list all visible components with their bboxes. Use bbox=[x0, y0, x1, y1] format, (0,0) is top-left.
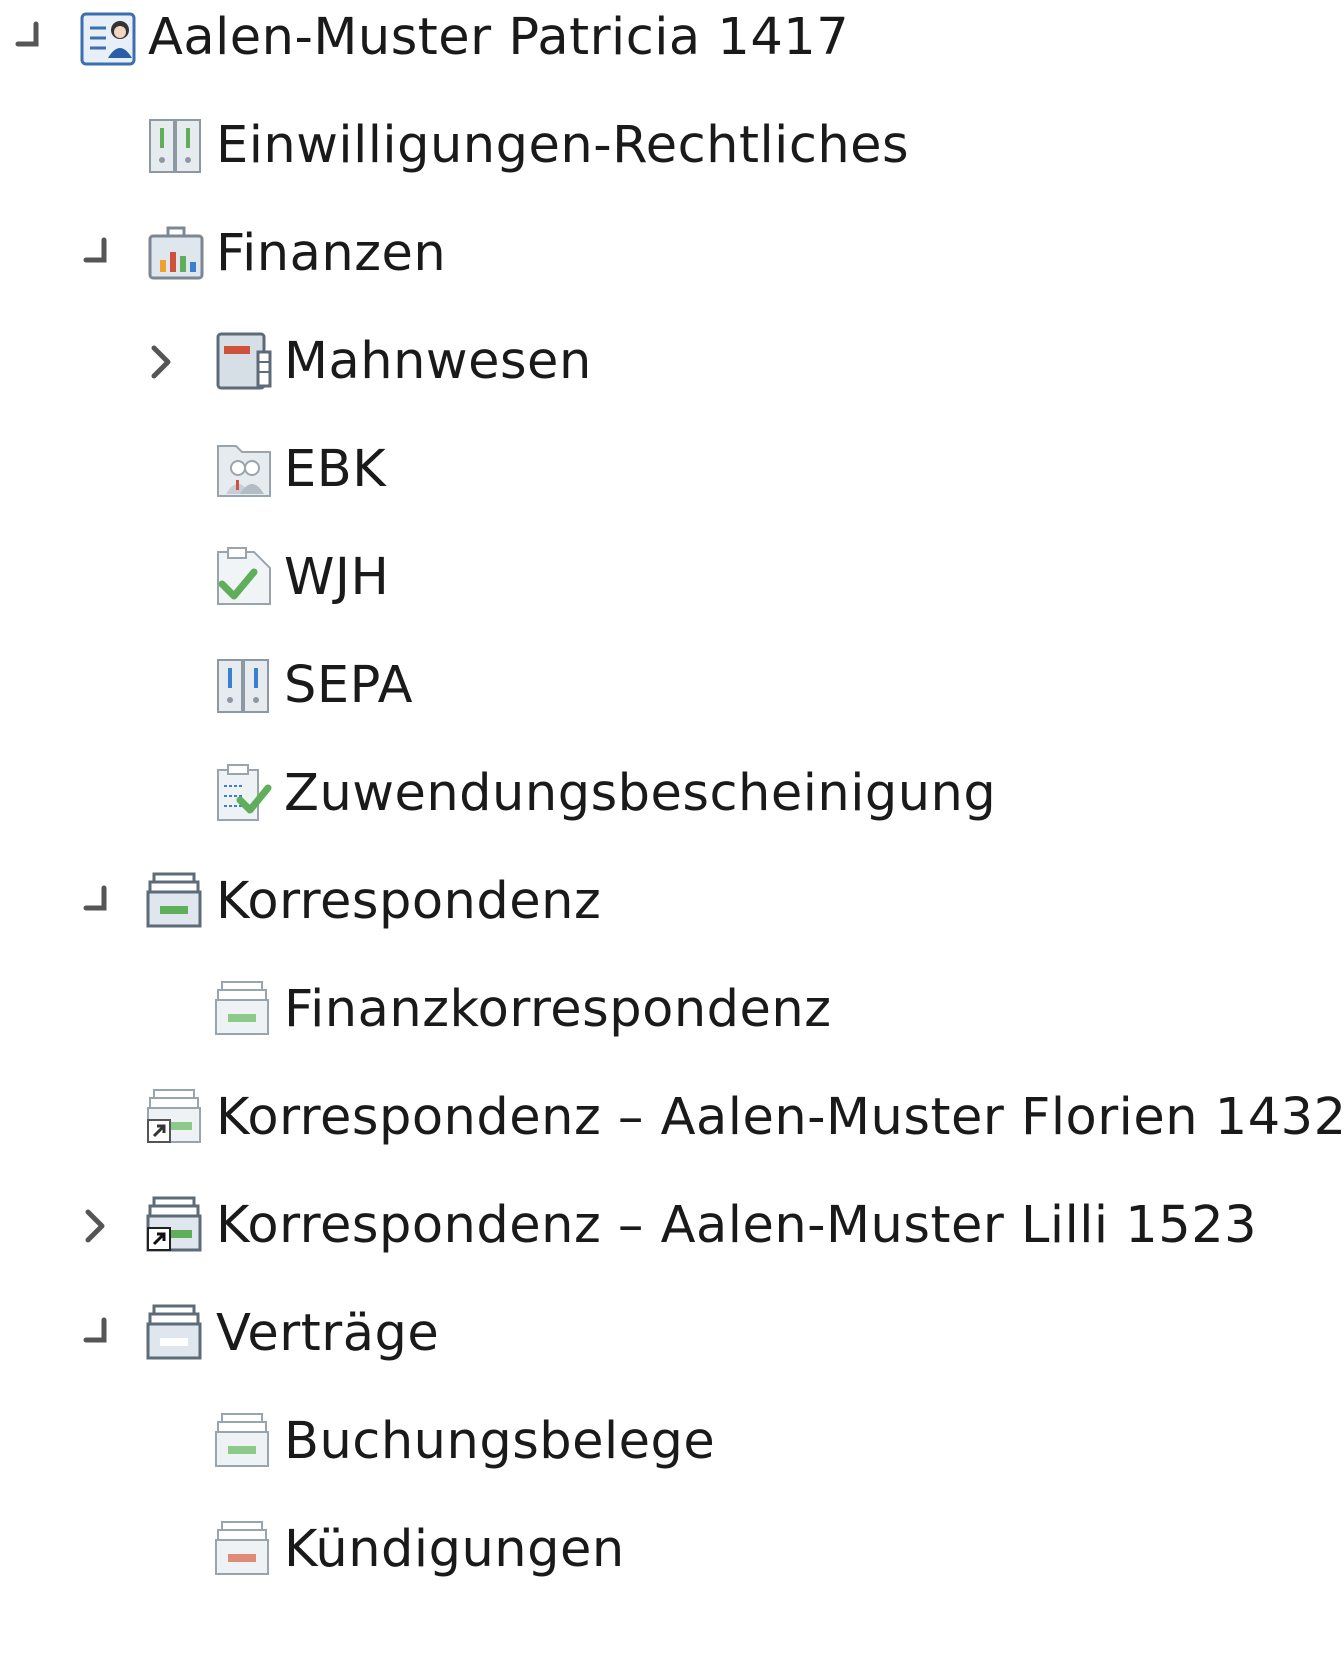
tree-item-buchungsbelege[interactable]: Buchungsbelege bbox=[0, 1394, 1344, 1508]
tree-item-label: Finanzen bbox=[216, 224, 447, 283]
tree-item-label: Verträge bbox=[216, 1304, 440, 1363]
file-box-icon bbox=[214, 978, 278, 1042]
tree-item-label: Kündigungen bbox=[284, 1520, 625, 1579]
file-box-link-icon bbox=[146, 1086, 210, 1150]
tree-item-finanzen[interactable]: Finanzen bbox=[0, 206, 1344, 320]
tree-item-label: Korrespondenz – Aalen-Muster Lilli 1523 bbox=[216, 1196, 1258, 1255]
collapsed-chevron-icon[interactable] bbox=[142, 342, 182, 382]
tree-item-label: Zuwendungsbescheinigung bbox=[284, 764, 997, 823]
tree-item-label: Korrespondenz bbox=[216, 872, 602, 931]
finance-briefcase-icon bbox=[146, 222, 210, 286]
binder-icon bbox=[146, 114, 210, 178]
file-box-icon bbox=[146, 870, 210, 934]
tree-item-finanzkorrespondenz[interactable]: Finanzkorrespondenz bbox=[0, 962, 1344, 1076]
tree-item-korrespondenz-florien[interactable]: Korrespondenz – Aalen-Muster Florien 143… bbox=[0, 1070, 1344, 1184]
tree-item-ebk[interactable]: EBK bbox=[0, 422, 1344, 536]
tree-item-mahnwesen[interactable]: Mahnwesen bbox=[0, 314, 1344, 428]
check-document-icon bbox=[214, 546, 278, 610]
expanded-toggle-icon[interactable] bbox=[76, 882, 116, 922]
tree-item-sepa[interactable]: SEPA bbox=[0, 638, 1344, 752]
tree-item-vertraege[interactable]: Verträge bbox=[0, 1286, 1344, 1400]
tree-item-zuwendungsbescheinigung[interactable]: Zuwendungsbescheinigung bbox=[0, 746, 1344, 860]
tree-item-korrespondenz[interactable]: Korrespondenz bbox=[0, 854, 1344, 968]
dunning-folder-icon bbox=[214, 330, 278, 394]
tree-item-label: Mahnwesen bbox=[284, 332, 592, 391]
binder-icon bbox=[214, 654, 278, 718]
tree-item-wjh[interactable]: WJH bbox=[0, 530, 1344, 644]
file-box-link-icon bbox=[146, 1194, 210, 1258]
file-box-icon bbox=[214, 1410, 278, 1474]
tree-item-kuendigungen[interactable]: Kündigungen bbox=[0, 1502, 1344, 1616]
tree-item-label: Buchungsbelege bbox=[284, 1412, 716, 1471]
tree-item-label: Einwilligungen-Rechtliches bbox=[216, 116, 910, 175]
tree-item-einwilligungen[interactable]: Einwilligungen-Rechtliches bbox=[0, 98, 1344, 212]
expanded-toggle-icon[interactable] bbox=[8, 18, 48, 58]
tree-item-label: Aalen-Muster Patricia 1417 bbox=[148, 8, 850, 67]
tree-item-aalen-muster-patricia[interactable]: Aalen-Muster Patricia 1417 bbox=[0, 0, 1344, 104]
person-record-icon bbox=[78, 6, 142, 70]
checklist-icon bbox=[214, 762, 278, 826]
collapsed-chevron-icon[interactable] bbox=[76, 1206, 116, 1246]
expanded-toggle-icon[interactable] bbox=[76, 234, 116, 274]
tree-item-label: EBK bbox=[284, 440, 387, 499]
tree-item-label: SEPA bbox=[284, 656, 413, 715]
tree-item-korrespondenz-lilli[interactable]: Korrespondenz – Aalen-Muster Lilli 1523 bbox=[0, 1178, 1344, 1292]
tree-item-label: WJH bbox=[284, 548, 390, 607]
file-box-icon bbox=[214, 1518, 278, 1582]
expanded-toggle-icon[interactable] bbox=[76, 1314, 116, 1354]
file-box-icon bbox=[146, 1302, 210, 1366]
group-folder-icon bbox=[214, 438, 278, 502]
tree-item-label: Korrespondenz – Aalen-Muster Florien 143… bbox=[216, 1088, 1344, 1147]
tree-item-label: Finanzkorrespondenz bbox=[284, 980, 832, 1039]
